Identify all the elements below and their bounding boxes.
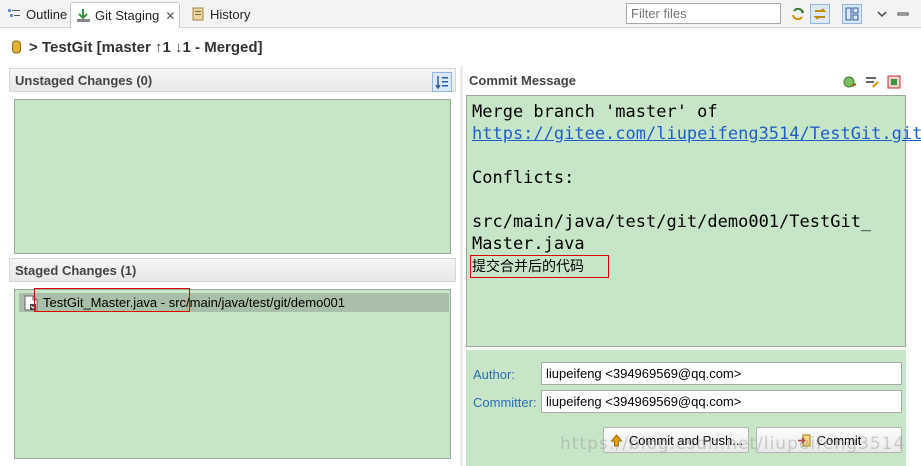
tab-git-staging-label: Git Staging [95, 8, 160, 23]
commit-message-conflicts: Conflicts: [472, 168, 575, 188]
highlight-box-commit-line [470, 255, 609, 278]
link-with-selection-button[interactable] [810, 4, 830, 24]
chevron-down-icon [877, 11, 887, 18]
minimize-button[interactable] [893, 4, 913, 24]
watermark-text: https://blog.csdn.net/liupeifeng3514 [560, 434, 906, 454]
layout-icon [845, 7, 859, 21]
committer-label: Committer: [473, 395, 537, 410]
commit-message-link[interactable]: https://gitee.com/liupeifeng3514/TestGit… [472, 124, 921, 144]
history-icon [190, 6, 206, 22]
sign-off-icon [843, 76, 857, 88]
repository-header: > TestGit [master ↑1 ↓1 - Merged] [0, 29, 921, 65]
commit-message-conflict-file-2: Master.java [472, 234, 585, 254]
staged-changes-list[interactable] [14, 289, 451, 459]
repository-title: > TestGit [master ↑1 ↓1 - Merged] [29, 38, 263, 56]
unstaged-changes-list[interactable] [14, 99, 451, 254]
unstaged-changes-header: Unstaged Changes (0) [9, 68, 456, 92]
change-id-button[interactable] [884, 72, 904, 92]
author-label: Author: [473, 367, 515, 382]
close-icon[interactable]: ✕ [165, 9, 175, 23]
commit-message-conflict-file-1: src/main/java/test/git/demo001/TestGit_ [472, 190, 872, 232]
commit-message-editor[interactable]: Merge branch 'master' of https://gitee.c… [466, 95, 921, 347]
pane-splitter[interactable] [460, 66, 463, 466]
view-menu-button[interactable] [872, 4, 892, 24]
commit-message-title: Commit Message [469, 72, 576, 88]
sign-off-button[interactable] [840, 72, 860, 92]
git-staging-icon [75, 8, 91, 24]
tab-outline[interactable]: Outline [6, 2, 67, 26]
link-with-selection-icon [813, 8, 827, 20]
view-tab-bar: Outline Git Staging ✕ History [0, 0, 921, 28]
repository-icon [12, 40, 21, 54]
commit-message-line-1: Merge branch 'master' of [472, 102, 718, 122]
unstaged-changes-title: Unstaged Changes (0) [15, 72, 153, 88]
amend-button[interactable] [862, 72, 882, 92]
refresh-icon [792, 7, 804, 21]
highlight-box-staged-file [34, 288, 190, 312]
list-sort-icon [435, 76, 448, 90]
presentation-list-button[interactable] [432, 72, 452, 92]
refresh-button[interactable] [788, 4, 808, 24]
toggle-layout-button[interactable] [842, 4, 862, 24]
filter-files-input[interactable] [626, 3, 781, 24]
author-field[interactable] [541, 362, 902, 385]
tab-git-staging[interactable]: Git Staging ✕ [70, 2, 181, 28]
tab-history-label: History [210, 6, 251, 22]
staged-changes-header: Staged Changes (1) [9, 258, 456, 282]
staged-changes-title: Staged Changes (1) [15, 262, 137, 278]
amend-icon [866, 77, 879, 88]
committer-field[interactable] [541, 390, 902, 413]
change-id-icon [887, 75, 901, 89]
outline-icon [6, 6, 22, 22]
minimize-icon [897, 12, 909, 16]
tab-outline-label: Outline [26, 6, 68, 22]
tab-history[interactable]: History [190, 2, 250, 26]
